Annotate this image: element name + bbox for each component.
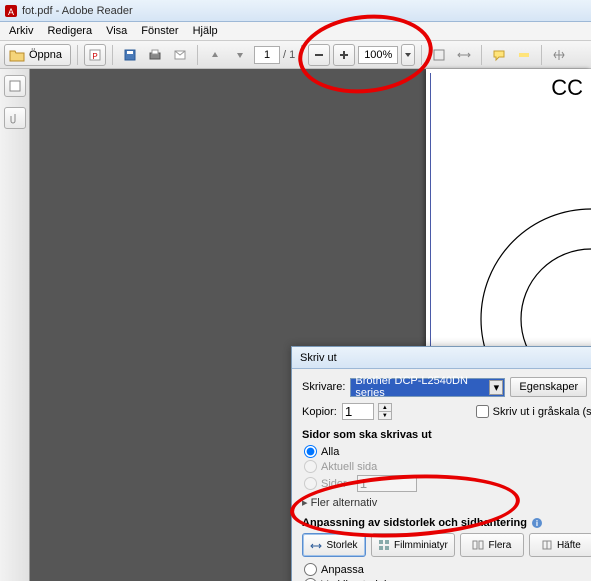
page-total: / 1 <box>283 49 295 61</box>
tab-booklet-label: Häfte <box>557 540 581 551</box>
toolbar-separator <box>541 45 542 65</box>
radio-all-label: Alla <box>321 446 339 458</box>
comment-button[interactable] <box>488 44 510 66</box>
tab-size-label: Storlek <box>326 540 357 551</box>
toolbar: Öppna P / 1 100% <box>0 41 591 69</box>
tools-button[interactable] <box>428 44 450 66</box>
page-up-button[interactable] <box>204 44 226 66</box>
tab-multiple-label: Flera <box>488 540 511 551</box>
copies-input[interactable] <box>342 403 374 420</box>
pages-section-title: Sidor som ska skrivas ut <box>302 429 591 441</box>
radio-all[interactable]: Alla <box>304 445 591 458</box>
radio-pages[interactable]: Sidor <box>304 475 591 492</box>
toolbar-separator <box>481 45 482 65</box>
printer-label: Skrivare: <box>302 381 345 393</box>
create-pdf-button[interactable]: P <box>84 44 106 66</box>
menu-file[interactable]: Arkiv <box>2 25 40 37</box>
tab-poster[interactable]: Filmminiatyr <box>371 533 455 557</box>
window-titlebar: A fot.pdf - Adobe Reader <box>0 0 591 22</box>
copies-label: Kopior: <box>302 406 337 418</box>
zoom-dropdown-button[interactable] <box>401 44 415 66</box>
tab-multiple[interactable]: Flera <box>460 533 524 557</box>
radio-fit-label: Anpassa <box>321 564 364 576</box>
app-icon: A <box>4 4 18 18</box>
svg-text:A: A <box>8 7 14 17</box>
chevron-down-icon: ▾ <box>489 380 503 395</box>
printer-select[interactable]: Brother DCP-L2540DN series ▾ <box>350 378 505 397</box>
zoom-out-button[interactable] <box>308 44 330 66</box>
more-options-expander[interactable]: Fler alternativ <box>302 496 591 509</box>
svg-text:i: i <box>536 519 538 528</box>
save-button[interactable] <box>119 44 141 66</box>
print-dialog-title: Skriv ut <box>292 347 591 369</box>
info-icon[interactable]: i <box>531 517 543 529</box>
menu-window[interactable]: Fönster <box>134 25 185 37</box>
toolbar-separator <box>112 45 113 65</box>
pages-range-input <box>357 475 417 492</box>
thumbnails-tab[interactable] <box>4 75 26 97</box>
read-mode-button[interactable] <box>548 44 570 66</box>
sizing-section-title: Anpassning av sidstorlek och sidhanterin… <box>302 517 591 529</box>
tab-booklet[interactable]: Häfte <box>529 533 591 557</box>
tab-poster-label: Filmminiatyr <box>394 540 448 551</box>
radio-fit[interactable]: Anpassa <box>304 563 591 576</box>
work-area: CC Skriv ut Skrivare: Brother DCP-L2540D… <box>0 69 591 581</box>
menu-edit[interactable]: Redigera <box>40 25 99 37</box>
svg-text:P: P <box>92 52 97 61</box>
grayscale-checkbox[interactable]: Skriv ut i gråskala (svart <box>476 405 591 418</box>
menu-view[interactable]: Visa <box>99 25 134 37</box>
menubar: Arkiv Redigera Visa Fönster Hjälp <box>0 22 591 41</box>
radio-current-label: Aktuell sida <box>321 461 377 473</box>
document-pane[interactable]: CC Skriv ut Skrivare: Brother DCP-L2540D… <box>30 69 591 581</box>
zoom-level[interactable]: 100% <box>358 46 398 64</box>
page-number-input[interactable] <box>254 46 280 64</box>
copies-spinner[interactable]: ▲▼ <box>378 403 392 420</box>
menu-help[interactable]: Hjälp <box>186 25 225 37</box>
window-title: fot.pdf - Adobe Reader <box>22 5 133 17</box>
radio-pages-label: Sidor <box>321 478 347 490</box>
print-dialog: Skriv ut Skrivare: Brother DCP-L2540DN s… <box>291 346 591 581</box>
toolbar-separator <box>197 45 198 65</box>
grayscale-label: Skriv ut i gråskala (svart <box>493 406 591 418</box>
toolbar-separator <box>421 45 422 65</box>
print-button[interactable] <box>144 44 166 66</box>
attachments-tab[interactable] <box>4 107 26 129</box>
page-down-button[interactable] <box>229 44 251 66</box>
fit-width-button[interactable] <box>453 44 475 66</box>
nav-sidebar <box>0 69 30 581</box>
radio-current[interactable]: Aktuell sida <box>304 460 591 473</box>
zoom-in-button[interactable] <box>333 44 355 66</box>
email-button[interactable] <box>169 44 191 66</box>
toolbar-separator <box>77 45 78 65</box>
page-heading: CC <box>551 75 583 101</box>
tab-size[interactable]: Storlek <box>302 533 366 557</box>
open-button[interactable]: Öppna <box>4 44 71 66</box>
toolbar-separator <box>301 45 302 65</box>
zoom-value: 100% <box>364 49 392 61</box>
properties-button[interactable]: Egenskaper <box>510 377 587 397</box>
highlight-button[interactable] <box>513 44 535 66</box>
open-button-label: Öppna <box>29 49 62 61</box>
printer-value: Brother DCP-L2540DN series <box>355 375 489 399</box>
